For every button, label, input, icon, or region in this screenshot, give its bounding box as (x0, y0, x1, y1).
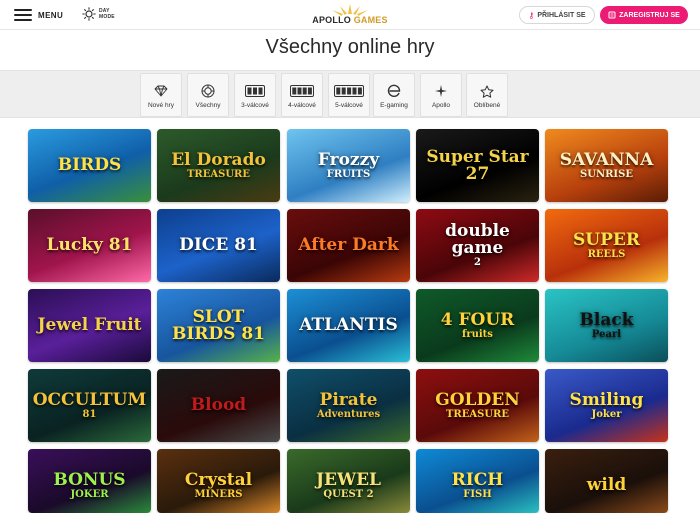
game-title: Crystal MINERS (184, 469, 253, 500)
game-title: Jewel Fruit (37, 315, 142, 335)
filter-label: E-gaming (380, 102, 408, 109)
filter-label: 5-válcové (335, 102, 363, 109)
day-mode-toggle[interactable]: DAY MODE (82, 7, 117, 21)
game-title: Pirate Adventures (316, 389, 381, 420)
game-title: ATLANTIS (299, 315, 398, 335)
game-tile[interactable]: Super Star 27 (416, 129, 539, 202)
register-icon (608, 11, 616, 19)
filter-label: Apollo (431, 102, 451, 109)
filter-label: Oblíbené (473, 102, 501, 109)
game-title: GOLDEN TREASURE (435, 389, 520, 420)
register-label: ZAREGISTRUJ SE (619, 11, 680, 19)
game-tile[interactable]: double game 2 (416, 209, 539, 282)
sun-icon (82, 7, 96, 21)
game-title: Lucky 81 (46, 235, 133, 255)
game-grid: BIRDS El Dorado TREASURE Frozzy FRUITS Super … (0, 118, 700, 513)
game-tile[interactable]: SLOT BIRDS 81 (157, 289, 280, 362)
game-title: SUPER REELS (573, 229, 640, 260)
game-tile[interactable]: RICH FISH (416, 449, 539, 513)
game-tile[interactable]: Lucky 81 (28, 209, 151, 282)
filter-new-games[interactable]: Nové hry (140, 73, 182, 117)
game-title: Frozzy FRUITS (317, 149, 380, 180)
game-tile[interactable]: Blood (157, 369, 280, 442)
star-icon (480, 85, 494, 98)
game-tile[interactable]: wild (545, 449, 668, 513)
game-title: Super Star 27 (426, 146, 529, 184)
filter-label: Všechny (195, 102, 221, 109)
reels-3-icon (245, 85, 265, 97)
site-header: MENU DAY MODE APOLLO GAMES ⚷ PŘIHLÁSIT S… (0, 0, 700, 30)
filter-5-reels[interactable]: 5-válcové (328, 73, 370, 117)
login-label: PŘIHLÁSIT SE (537, 11, 586, 19)
filter-label: 4-válcové (288, 102, 316, 109)
logo-text: APOLLO GAMES (312, 15, 388, 25)
game-tile[interactable]: GOLDEN TREASURE (416, 369, 539, 442)
apollo-star-icon (435, 85, 447, 97)
game-tile[interactable]: Black Pearl (545, 289, 668, 362)
game-tile[interactable]: After Dark (287, 209, 410, 282)
game-title: wild (586, 475, 627, 495)
filter-label: Nové hry (147, 102, 174, 109)
game-tile[interactable]: SAVANNA SUNRISE (545, 129, 668, 202)
game-tile[interactable]: DICE 81 (157, 209, 280, 282)
game-tile[interactable]: BONUS JOKER (28, 449, 151, 513)
menu-label: MENU (38, 10, 64, 20)
game-title: After Dark (298, 235, 399, 255)
filter-apollo[interactable]: Apollo (420, 73, 462, 117)
game-title: double game 2 (445, 221, 510, 269)
game-title: BONUS JOKER (53, 469, 126, 500)
key-icon: ⚷ (528, 10, 535, 20)
game-tile[interactable]: El Dorado TREASURE (157, 129, 280, 202)
game-tile[interactable]: JEWEL QUEST 2 (287, 449, 410, 513)
hamburger-icon (14, 9, 32, 21)
reels-4-icon (290, 85, 314, 97)
game-tile[interactable]: SUPER REELS (545, 209, 668, 282)
game-title: 4 FOUR fruits (440, 309, 515, 340)
filter-e-gaming[interactable]: E-gaming (373, 73, 415, 117)
game-title: El Dorado TREASURE (171, 149, 266, 180)
chip-icon (201, 84, 215, 98)
game-title: Blood (190, 395, 247, 415)
game-tile[interactable]: Frozzy FRUITS (287, 129, 410, 202)
reels-5-icon (334, 85, 364, 97)
game-tile[interactable]: Smiling Joker (545, 369, 668, 442)
e-gaming-icon (387, 84, 401, 97)
game-title: JEWEL QUEST 2 (315, 469, 381, 500)
menu-button[interactable]: MENU (14, 7, 63, 23)
game-title: DICE 81 (179, 235, 258, 255)
game-tile[interactable]: 4 FOUR fruits (416, 289, 539, 362)
login-button[interactable]: ⚷ PŘIHLÁSIT SE (519, 6, 595, 24)
game-tile[interactable]: ATLANTIS (287, 289, 410, 362)
game-tile[interactable]: Crystal MINERS (157, 449, 280, 513)
game-tile[interactable]: Jewel Fruit (28, 289, 151, 362)
filter-3-reels[interactable]: 3-válcové (234, 73, 276, 117)
game-title: OCCULTUM 81 (32, 389, 147, 420)
day-mode-label: DAY MODE (99, 8, 115, 20)
game-title: BIRDS (57, 155, 122, 175)
filter-4-reels[interactable]: 4-válcové (281, 73, 323, 117)
page-title: Všechny online hry (265, 36, 435, 58)
game-tile[interactable]: OCCULTUM 81 (28, 369, 151, 442)
register-button[interactable]: ZAREGISTRUJ SE (600, 6, 688, 24)
game-title: RICH FISH (451, 469, 504, 500)
game-title: Smiling Joker (569, 389, 644, 420)
apollo-games-logo[interactable]: APOLLO GAMES (304, 0, 396, 30)
category-filter-bar: Nové hry Všechny 3-válcové 4-válcové 5-v… (0, 70, 700, 118)
game-title: SLOT BIRDS 81 (171, 306, 266, 344)
diamond-icon (154, 85, 168, 97)
game-tile[interactable]: BIRDS (28, 129, 151, 202)
filter-favorites[interactable]: Oblíbené (466, 73, 508, 117)
game-title: Black Pearl (579, 309, 634, 340)
filter-label: 3-válcové (241, 102, 269, 109)
game-title: SAVANNA SUNRISE (559, 149, 654, 180)
game-tile[interactable]: Pirate Adventures (287, 369, 410, 442)
filter-all[interactable]: Všechny (187, 73, 229, 117)
